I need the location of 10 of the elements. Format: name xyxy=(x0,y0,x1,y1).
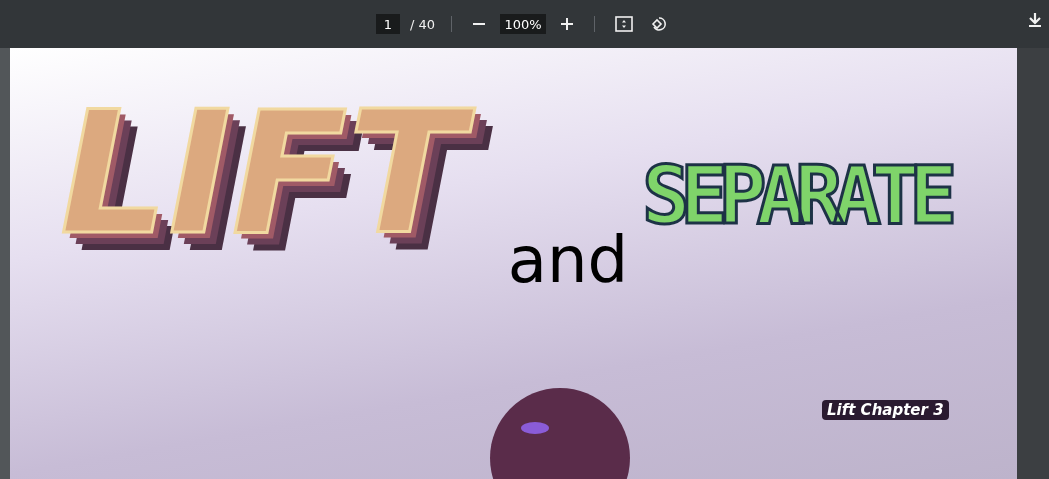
cover-title: LIFT xyxy=(60,88,494,276)
download-icon xyxy=(1027,12,1043,28)
zoom-field[interactable]: 100% xyxy=(500,14,547,34)
page-total: / 40 xyxy=(409,16,436,32)
chapter-caption: Lift Chapter 3 xyxy=(822,400,949,420)
fit-page-icon xyxy=(615,16,634,32)
page-number-field[interactable]: 1 xyxy=(375,14,400,34)
plus-icon xyxy=(560,17,575,31)
cover-title: and xyxy=(507,228,629,292)
scrollbar[interactable] xyxy=(1017,48,1049,479)
